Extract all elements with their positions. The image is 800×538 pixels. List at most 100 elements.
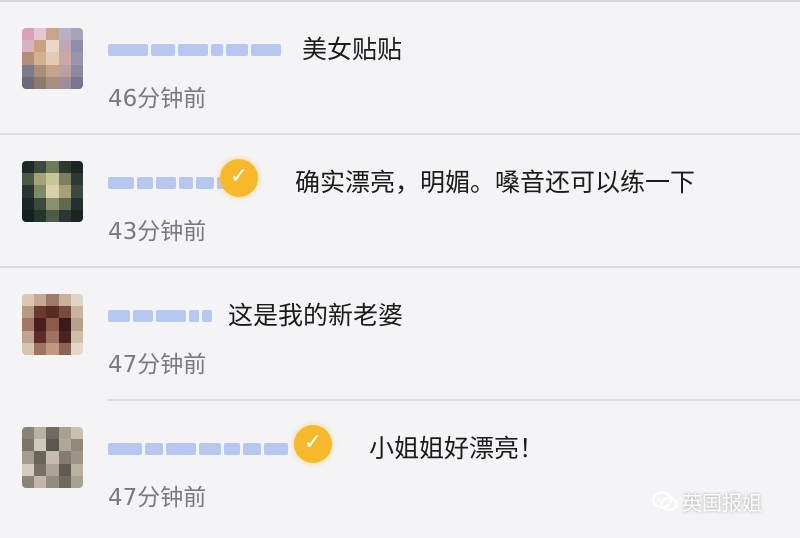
avatar-pixel	[34, 475, 47, 488]
avatar-pixel	[70, 294, 83, 307]
avatar-pixel	[58, 185, 71, 198]
avatar-pixel	[70, 64, 83, 77]
avatar-pixel	[70, 306, 83, 319]
avatar-pixel	[70, 342, 83, 355]
avatar-pixel	[58, 439, 71, 452]
avatar-pixel	[46, 463, 59, 476]
avatar-pixel	[58, 28, 71, 41]
avatar-pixel	[58, 64, 71, 77]
avatar-pixel	[22, 427, 35, 440]
avatar-pixel	[22, 463, 35, 476]
avatar-pixel	[46, 475, 59, 488]
avatar-pixel	[58, 76, 71, 89]
avatar-pixel	[46, 342, 59, 355]
avatar-pixel	[58, 342, 71, 355]
watermark: 英国报姐	[652, 487, 762, 516]
avatar-pixel	[34, 197, 47, 210]
avatar-pixel	[46, 330, 59, 343]
avatar-pixel	[58, 451, 71, 464]
avatar-pixel	[58, 330, 71, 343]
avatar-pixel	[46, 439, 59, 452]
avatar-pixel	[70, 40, 83, 53]
avatar-pixel	[70, 475, 83, 488]
avatar-pixel	[46, 294, 59, 307]
avatar-pixel	[70, 173, 83, 186]
avatar-pixel	[70, 318, 83, 331]
avatar-pixel	[58, 52, 71, 65]
avatar-pixel	[34, 306, 47, 319]
avatar-pixel	[58, 318, 71, 331]
avatar-pixel	[70, 451, 83, 464]
watermark-text: 英国报姐	[682, 491, 762, 515]
avatar-pixel	[22, 40, 35, 53]
avatar-pixel	[34, 451, 47, 464]
avatar-pixel	[70, 427, 83, 440]
avatar-pixel	[34, 427, 47, 440]
avatar-pixel	[22, 76, 35, 89]
avatar-pixel	[22, 475, 35, 488]
avatar-pixel	[22, 209, 35, 222]
avatar-pixel	[22, 197, 35, 210]
avatar-pixel	[22, 439, 35, 452]
avatar-pixel	[22, 173, 35, 186]
avatar-pixel	[70, 209, 83, 222]
avatar-pixel	[34, 161, 47, 174]
avatar-pixel	[22, 185, 35, 198]
avatar-pixel	[46, 173, 59, 186]
avatar-pixel	[46, 28, 59, 41]
avatar-pixel	[46, 197, 59, 210]
username-blurred[interactable]	[108, 171, 229, 195]
avatar-pixel	[22, 64, 35, 77]
comment-item: 这是我的新老婆 47分钟前	[0, 268, 800, 400]
comment-time: 46分钟前	[108, 86, 207, 112]
comment-text: 小姐姐好漂亮！	[369, 434, 545, 463]
avatar-pixel	[58, 197, 71, 210]
comment-text: 美女贴贴	[302, 35, 403, 64]
comment-time: 47分钟前	[108, 485, 207, 511]
avatar[interactable]	[22, 28, 83, 89]
comment-item: 美女贴贴 46分钟前	[0, 2, 800, 134]
avatar-pixel	[34, 330, 47, 343]
avatar-pixel	[58, 173, 71, 186]
avatar-pixel	[58, 463, 71, 476]
wechat-icon	[652, 491, 678, 513]
comment-time: 43分钟前	[108, 219, 207, 245]
avatar[interactable]	[22, 294, 83, 355]
verified-badge-icon: ✓	[220, 159, 258, 197]
username-blurred[interactable]	[108, 304, 212, 328]
avatar-pixel	[46, 306, 59, 319]
avatar-pixel	[34, 294, 47, 307]
avatar[interactable]	[22, 427, 83, 488]
avatar-pixel	[34, 52, 47, 65]
avatar-pixel	[46, 52, 59, 65]
avatar-pixel	[22, 28, 35, 41]
avatar-pixel	[70, 463, 83, 476]
avatar-pixel	[46, 161, 59, 174]
avatar-pixel	[22, 330, 35, 343]
avatar-pixel	[58, 306, 71, 319]
avatar-pixel	[70, 76, 83, 89]
avatar-pixel	[70, 197, 83, 210]
avatar-pixel	[22, 342, 35, 355]
avatar-pixel	[34, 76, 47, 89]
avatar-pixel	[34, 173, 47, 186]
avatar-pixel	[58, 40, 71, 53]
comment-item: ✓ 确实漂亮，明媚。嗓音还可以练一下 43分钟前	[0, 135, 800, 267]
avatar-pixel	[34, 64, 47, 77]
avatar-pixel	[34, 40, 47, 53]
username-blurred[interactable]	[108, 437, 288, 461]
comment-text: 确实漂亮，明媚。嗓音还可以练一下	[295, 168, 696, 197]
avatar-pixel	[22, 294, 35, 307]
avatar[interactable]	[22, 161, 83, 222]
verified-badge-icon: ✓	[294, 425, 332, 463]
avatar-pixel	[70, 330, 83, 343]
avatar-pixel	[34, 463, 47, 476]
avatar-pixel	[70, 52, 83, 65]
avatar-pixel	[46, 318, 59, 331]
username-blurred[interactable]	[108, 38, 281, 62]
comment-text: 这是我的新老婆	[228, 301, 404, 330]
avatar-pixel	[46, 451, 59, 464]
avatar-pixel	[34, 342, 47, 355]
avatar-pixel	[34, 28, 47, 41]
avatar-pixel	[46, 40, 59, 53]
